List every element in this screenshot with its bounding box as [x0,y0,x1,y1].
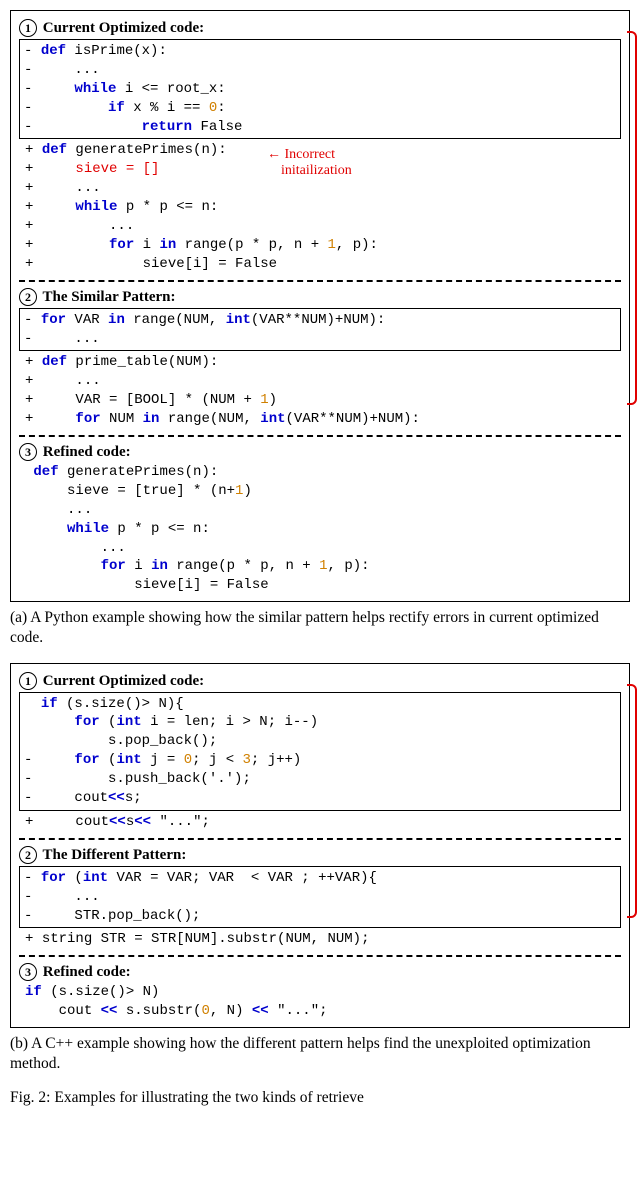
arrow-icon: ← [267,147,281,162]
b-sec1-title: 1 Current Optimized code: [19,672,621,690]
b-sec2-title: 2 The Different Pattern: [19,846,621,864]
sep1 [19,280,621,282]
b-sec1-body: if (s.size()> N){ for (int i = len; i > … [19,692,621,832]
annot-incorrect-l2: initailization [281,163,352,178]
sec1-body: - def isPrime(x):- ...- while i <= root_… [19,39,621,274]
b-sep1 [19,838,621,840]
circled-2: 2 [19,288,37,306]
figure-b-panel: 1 Current Optimized code: if (s.size()> … [10,663,630,1029]
b-circled-3: 3 [19,963,37,981]
b-sec2-title-text: The Different Pattern: [42,847,186,863]
annot-incorrect: ← Incorrect initailization [267,147,352,179]
sec3-body: def generatePrimes(n): sieve = [true] * … [19,463,621,595]
b-sec1-rest: + cout<<s<< "..."; [19,813,621,832]
caption-b: (b) A C++ example showing how the differ… [10,1034,630,1074]
sec1-title: 1 Current Optimized code: [19,19,621,37]
sec3-title-text: Refined code: [43,444,131,460]
sec3-title: 3 Refined code: [19,443,621,461]
b-sec3-body: if (s.size()> N) cout << s.substr(0, N) … [19,983,621,1021]
sec1-title-text: Current Optimized code: [43,20,204,36]
sec2-title: 2 The Similar Pattern: [19,288,621,306]
brace-a [627,31,637,405]
sec2-title-text: The Similar Pattern: [42,289,175,305]
b-sec3-title: 3 Refined code: [19,963,621,981]
b-circled-1: 1 [19,672,37,690]
b-sec1-title-text: Current Optimized code: [43,673,204,689]
caption-a: (a) A Python example showing how the sim… [10,608,630,648]
figure-a-panel: 1 Current Optimized code: - def isPrime(… [10,10,630,602]
bottom-caption: Fig. 2: Examples for illustrating the tw… [10,1088,630,1108]
b-sec2-boxed: - for (int VAR = VAR; VAR < VAR ; ++VAR)… [19,866,621,929]
b-sec1-boxed: if (s.size()> N){ for (int i = len; i > … [19,692,621,811]
sec1-boxed: - def isPrime(x):- ...- while i <= root_… [19,39,621,139]
b-circled-2: 2 [19,846,37,864]
brace-b [627,684,637,918]
circled-3: 3 [19,443,37,461]
circled-1: 1 [19,19,37,37]
sec2-rest: + def prime_table(NUM):+ ...+ VAR = [BOO… [19,353,621,429]
b-sep2 [19,955,621,957]
b-sec2-rest: + string STR = STR[NUM].substr(NUM, NUM)… [19,930,621,949]
annot-incorrect-l1: Incorrect [285,147,336,162]
sec2-boxed: - for VAR in range(NUM, int(VAR**NUM)+NU… [19,308,621,352]
sep2 [19,435,621,437]
b-sec3-title-text: Refined code: [43,964,131,980]
